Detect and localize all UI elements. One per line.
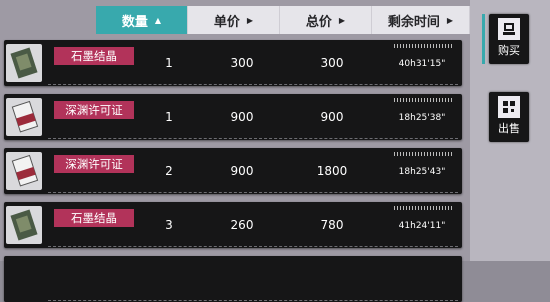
row-remaining-time: 41h24'11" bbox=[398, 221, 446, 231]
listing-row[interactable]: 石墨结晶 1 300 300 40h31'15" bbox=[4, 40, 462, 86]
sort-up-icon: ▲ bbox=[154, 15, 162, 25]
sort-unit-price-label: 单价 bbox=[213, 14, 240, 30]
row-unit-price: 300 bbox=[230, 56, 254, 70]
buy-label: 购买 bbox=[498, 44, 520, 57]
row-unit-price: 900 bbox=[230, 110, 254, 124]
barcode-decoration bbox=[394, 98, 454, 102]
row-remaining-time: 18h25'43" bbox=[398, 167, 446, 177]
sell-label: 出售 bbox=[498, 122, 520, 135]
caret-right-icon: ▶ bbox=[446, 15, 454, 25]
item-name-tag: 石墨结晶 bbox=[54, 209, 134, 227]
row-total-price: 900 bbox=[320, 110, 344, 124]
row-qty: 3 bbox=[165, 218, 173, 232]
row-unit-price: 900 bbox=[230, 164, 254, 178]
sort-header: 数量 ▲ 单价 ▶ 总价 ▶ 剩余时间 ▶ bbox=[0, 0, 470, 34]
row-remaining-time: 40h31'15" bbox=[398, 59, 446, 69]
row-total-price: 780 bbox=[320, 218, 344, 232]
listing-row[interactable]: 深渊许可证 2 900 1800 18h25'43" bbox=[4, 148, 462, 194]
row-total-price: 1800 bbox=[316, 164, 348, 178]
barcode-decoration bbox=[394, 152, 454, 156]
sort-total-price-label: 总价 bbox=[305, 14, 332, 30]
graphite-crystal-icon bbox=[6, 206, 42, 244]
row-qty: 1 bbox=[165, 56, 173, 70]
listing-row[interactable] bbox=[4, 256, 462, 302]
row-qty: 2 bbox=[165, 164, 173, 178]
buy-button[interactable]: 购买 bbox=[482, 14, 529, 64]
listing-row[interactable]: 石墨结晶 3 260 780 41h24'11" bbox=[4, 202, 462, 248]
row-qty: 1 bbox=[165, 110, 173, 124]
buy-icon bbox=[498, 18, 520, 40]
sort-qty-label: 数量 bbox=[121, 14, 148, 30]
item-name-tag: 深渊许可证 bbox=[54, 155, 134, 173]
listing-row[interactable]: 深渊许可证 1 900 900 18h25'38" bbox=[4, 94, 462, 140]
row-total-price: 300 bbox=[320, 56, 344, 70]
row-unit-price: 260 bbox=[230, 218, 254, 232]
sort-remaining-time-button[interactable]: 剩余时间 ▶ bbox=[372, 6, 470, 34]
barcode-decoration bbox=[394, 206, 454, 210]
abyss-permit-icon bbox=[6, 152, 42, 190]
item-name-tag: 石墨结晶 bbox=[54, 47, 134, 65]
barcode-decoration bbox=[394, 44, 454, 48]
sort-total-price-button[interactable]: 总价 ▶ bbox=[280, 6, 372, 34]
item-name-tag: 深渊许可证 bbox=[54, 101, 134, 119]
abyss-permit-icon bbox=[6, 98, 42, 136]
qr-code-icon bbox=[498, 96, 520, 118]
caret-right-icon: ▶ bbox=[338, 15, 346, 25]
sort-unit-price-button[interactable]: 单价 ▶ bbox=[188, 6, 280, 34]
caret-right-icon: ▶ bbox=[246, 15, 254, 25]
sort-remaining-time-label: 剩余时间 bbox=[387, 14, 440, 30]
sort-qty-button[interactable]: 数量 ▲ bbox=[96, 6, 188, 34]
sell-button[interactable]: 出售 bbox=[489, 92, 529, 142]
row-remaining-time: 18h25'38" bbox=[398, 113, 446, 123]
graphite-crystal-icon bbox=[6, 44, 42, 82]
